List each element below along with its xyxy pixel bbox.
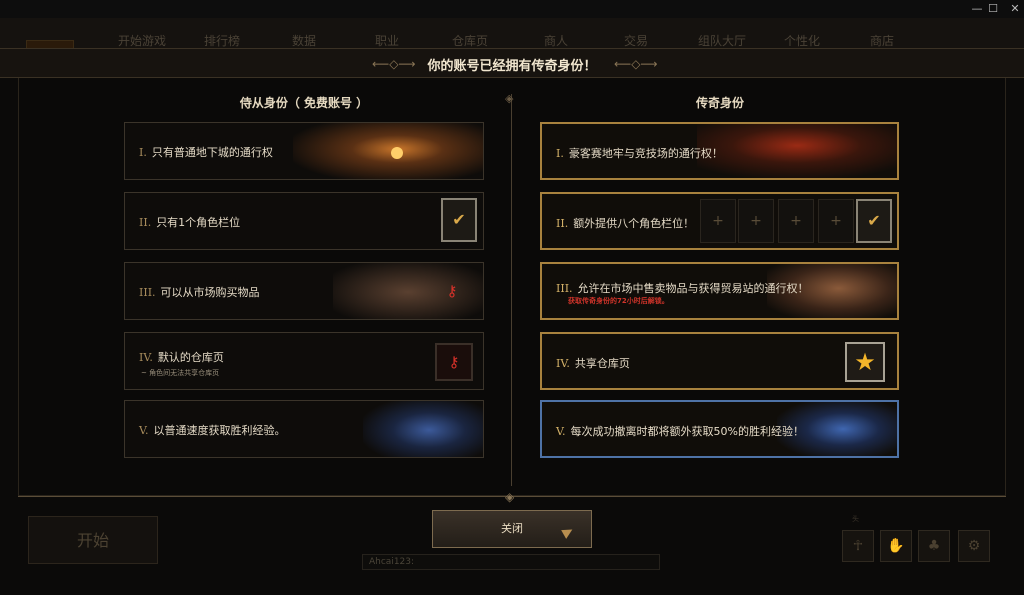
star-icon: ★ [845, 342, 885, 382]
bg-nav-item: 排行榜 [204, 34, 241, 48]
legendary-perk-card: I. 豪客赛地牢与竞技场的通行权！ [540, 122, 899, 180]
modal-title: 你的账号已经拥有传奇身份！ [427, 59, 597, 74]
perk-label: V. 以普通速度获取胜利经验。 [139, 424, 286, 437]
legendary-perk-card: V. 每次成功撤离时都将额外获取50%的胜利经验！ [540, 400, 899, 458]
social-icon: ✋ [880, 530, 912, 562]
bg-nav-item: 商人 [544, 34, 569, 48]
perk-label: II. 只有1个角色栏位 [139, 216, 241, 229]
bg-nav-item: 交易 [624, 34, 649, 48]
perk-label: V. 每次成功撤离时都将额外获取50%的胜利经验！ [556, 425, 804, 438]
perk-unlock-note: 获取传奇身份的72小时后解锁。 [568, 297, 669, 305]
lock-icon: ⚷ [446, 282, 458, 300]
plus-icon: + [700, 199, 736, 243]
legendary-title: 传奇身份 [695, 96, 744, 110]
bottom-ornament-icon: ◈ [505, 490, 515, 504]
free-account-title: 侍从身份（ 免费账号 ） [239, 96, 369, 110]
perk-label: I. 豪客赛地牢与竞技场的通行权！ [556, 147, 723, 160]
perk-label: IV. 共享仓库页 [556, 357, 630, 370]
campfire-art-icon [293, 123, 483, 179]
bg-nav-item: 数据 [292, 34, 317, 48]
close-window-button[interactable]: ✕ [1000, 0, 1024, 18]
perk-label: III. 允许在市场中售卖物品与获得贸易站的通行权！ [556, 282, 809, 295]
perk-sub: ~ 角色间无法共享仓库页 [141, 369, 220, 377]
character-icon: ☥ [842, 530, 874, 562]
bg-icon-label: 头 [852, 515, 859, 523]
bg-nav-item: 个性化 [784, 34, 821, 48]
free-perk-card: III. 可以从市场购买物品 ⚷ [124, 262, 484, 320]
bg-nav-item: 仓库页 [452, 34, 489, 48]
plus-icon: + [738, 199, 774, 243]
perk-label: IV. 默认的仓库页 [139, 351, 224, 364]
bg-nav-item: 职业 [375, 34, 400, 48]
checkmark-icon: ✔ [856, 199, 892, 243]
plus-icon: + [818, 199, 854, 243]
chat-input: Ahcai123: [362, 554, 660, 570]
bg-nav-item: 开始游戏 [118, 34, 167, 48]
free-perk-card: IV. 默认的仓库页 ~ 角色间无法共享仓库页 ⚷ [124, 332, 484, 390]
perk-label: III. 可以从市场购买物品 [139, 286, 260, 299]
checkmark-icon: ✔ [441, 198, 477, 242]
ornament-right-icon: ⟵◇⟶ [614, 57, 658, 71]
experience-art-icon [363, 401, 483, 457]
perk-label: I. 只有普通地下城的通行权 [139, 146, 273, 159]
lock-icon: ⚷ [435, 343, 473, 381]
bg-nav-item: 组队大厅 [698, 34, 747, 48]
perk-label: II. 额外提供八个角色栏位！ [556, 217, 695, 230]
window-titlebar: — ☐ ✕ [0, 0, 1024, 18]
friends-icon: ⚙ [958, 530, 990, 562]
free-perk-card: II. 只有1个角色栏位 ✔ [124, 192, 484, 250]
plus-icon: + [778, 199, 814, 243]
arena-art-icon [697, 124, 897, 178]
start-game-button: 开始 [28, 516, 158, 564]
legendary-perk-card: II. 额外提供八个角色栏位！ + + + + ✔ [540, 192, 899, 250]
divider-ornament-icon: ◈ [505, 92, 514, 105]
cursor-icon [561, 525, 575, 539]
free-perk-card: I. 只有普通地下城的通行权 [124, 122, 484, 180]
close-modal-button[interactable]: 关闭 [432, 510, 592, 548]
modal-header: ⟵◇⟶ 你的账号已经拥有传奇身份！ ⟵◇⟶ [0, 48, 1024, 78]
legendary-perk-card: IV. 共享仓库页 ★ [540, 332, 899, 390]
bg-nav-item: 商店 [870, 34, 895, 48]
column-divider [511, 94, 512, 486]
legendary-perk-card: III. 允许在市场中售卖物品与获得贸易站的通行权！ 获取传奇身份的72小时后解锁… [540, 262, 899, 320]
close-label: 关闭 [501, 522, 523, 535]
free-perk-card: V. 以普通速度获取胜利经验。 [124, 400, 484, 458]
party-icon: ♣ [918, 530, 950, 562]
